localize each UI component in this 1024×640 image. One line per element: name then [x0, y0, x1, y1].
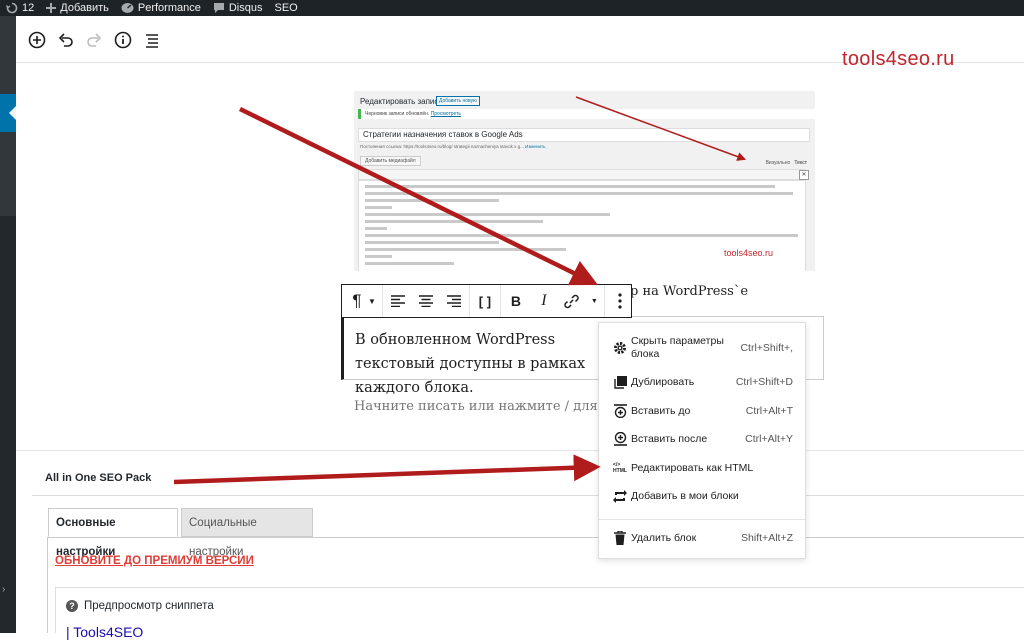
bold-icon[interactable]: B — [507, 292, 525, 310]
shot-add-media-button: Добавить медиафайл — [360, 156, 421, 166]
add-new-item[interactable]: Добавить — [46, 2, 109, 14]
more-formats-chevron-icon[interactable]: ▼ — [591, 298, 598, 305]
html-icon: </> HTML — [613, 462, 627, 474]
menu-item-label: Вставить до — [631, 405, 691, 417]
redo-icon[interactable] — [85, 31, 103, 49]
shot-notice-text: Черновик записи обновлён. — [365, 111, 430, 117]
menu-item-shortcut: Shift+Alt+Z — [741, 532, 793, 544]
updates-icon — [6, 2, 18, 14]
performance-icon — [121, 3, 134, 13]
updates-count: 12 — [22, 2, 35, 14]
watermark-brand: tools4seo.ru — [842, 48, 955, 70]
shot-permalink: Постоянная ссылка: https://tools4seo.ru/… — [360, 144, 545, 149]
menu-item-shortcut: Ctrl+Alt+Y — [745, 433, 793, 445]
block-switcher-group: ¶ ▼ — [342, 285, 383, 317]
arrow-to-edit-html — [173, 454, 601, 485]
shot-editor-tabs: Визуально Текст — [766, 160, 807, 166]
menu-item-shortcut: Ctrl+Shift+, — [740, 342, 793, 354]
snippet-preview-title: Предпросмотр сниппета — [84, 600, 214, 612]
reusable-block-icon — [613, 489, 627, 503]
tab-main-settings[interactable]: Основные настройки — [48, 508, 178, 558]
block-toolbar: ¶ ▼ [ ] B I ▼ — [341, 284, 632, 318]
shot-tab-text: Текст — [794, 160, 807, 166]
plus-icon — [46, 3, 57, 13]
seo-item[interactable]: SEO — [274, 2, 297, 14]
tab-social-settings[interactable]: Социальные настройки — [181, 508, 313, 558]
menu-item-hide-settings[interactable]: Скрыть параметры блока Ctrl+Shift+, — [599, 335, 805, 363]
admin-sidebar: › — [0, 16, 16, 633]
image-block[interactable]: Редактировать запись Добавить новую Черн… — [354, 91, 815, 271]
shot-post-title: Стратегии назначения ставок в Google Ads — [358, 128, 810, 142]
shot-watermark: tools4seo.ru — [724, 248, 774, 258]
editor-metabox-divider — [16, 450, 1024, 451]
menu-item-insert-before[interactable]: Вставить до Ctrl+Alt+T — [599, 404, 805, 420]
help-icon[interactable]: ? — [66, 600, 78, 612]
menu-item-label: Скрыть параметры блока — [631, 335, 724, 360]
block-options-menu: Скрыть параметры блока Ctrl+Shift+, Дубл… — [598, 322, 806, 559]
shot-tab-visual: Визуально — [765, 160, 791, 166]
shot-page-title: Редактировать запись — [360, 97, 443, 106]
menu-item-insert-after[interactable]: Вставить после Ctrl+Alt+Y — [599, 432, 805, 448]
menu-item-label: Вставить после — [631, 433, 708, 445]
align-left-icon[interactable] — [389, 292, 407, 310]
shot-quicktags — [358, 169, 806, 180]
shot-notice-link: Просмотреть — [430, 111, 462, 117]
add-new-label: Добавить — [60, 2, 109, 14]
menu-item-label: Дублировать — [631, 376, 695, 388]
gear-icon — [613, 341, 627, 355]
paragraph-icon[interactable]: ¶ — [348, 291, 366, 310]
paragraph-text[interactable]: В обновленном WordPress текстовый доступ… — [355, 328, 605, 400]
heading-fragment: р на WordPress`е — [630, 284, 749, 299]
menu-item-shortcut: Ctrl+Alt+T — [745, 405, 793, 417]
menu-item-duplicate[interactable]: Дублировать Ctrl+Shift+D — [599, 375, 805, 391]
menu-item-label: Добавить в мои блоки — [631, 490, 739, 502]
undo-icon[interactable] — [57, 31, 75, 49]
menu-item-add-reusable[interactable]: Добавить в мои блоки — [599, 489, 805, 505]
menu-item-label: Удалить блок — [631, 532, 697, 544]
italic-icon[interactable]: I — [535, 292, 553, 310]
bracket-icon[interactable]: [ ] — [476, 292, 494, 310]
align-right-icon[interactable] — [445, 292, 463, 310]
collapse-menu-icon[interactable]: › — [2, 584, 5, 595]
more-options-icon[interactable] — [611, 292, 629, 310]
menu-item-shortcut: Ctrl+Shift+D — [735, 376, 793, 388]
current-item-pointer — [9, 106, 16, 120]
upgrade-premium-link[interactable]: ОБНОВИТЕ ДО ПРЕМИУМ ВЕРСИИ — [55, 555, 254, 567]
disqus-label: Disqus — [228, 2, 263, 14]
shortcode-group: [ ] — [470, 285, 501, 317]
menu-item-remove-block[interactable]: Удалить блок Shift+Alt+Z — [599, 531, 805, 547]
disqus-item[interactable]: Disqus — [213, 2, 263, 14]
menu-separator — [599, 519, 805, 520]
info-icon[interactable] — [114, 31, 132, 49]
outline-icon[interactable] — [143, 31, 161, 49]
menu-item-edit-html[interactable]: </> HTML Редактировать как HTML — [599, 461, 805, 477]
menu-item-label: Редактировать как HTML — [631, 462, 754, 474]
shot-permalink-text: Постоянная ссылка: https://tools4seo.ru/… — [360, 144, 524, 149]
insert-after-icon — [613, 432, 627, 446]
seo-label: SEO — [274, 2, 298, 14]
comment-icon — [213, 3, 224, 13]
aioseo-title[interactable]: All in One SEO Pack — [45, 472, 151, 484]
performance-label: Performance — [137, 2, 201, 14]
shot-add-new-button: Добавить новую — [436, 96, 480, 106]
shot-close-icon: ✕ — [799, 170, 809, 180]
admin-bar: 12 Добавить Performance Disqus SEO — [0, 0, 1024, 16]
align-center-icon[interactable] — [417, 292, 435, 310]
shot-edit-link: Изменить — [525, 144, 546, 149]
add-block-icon[interactable] — [28, 31, 46, 49]
chevron-down-icon[interactable]: ▼ — [368, 297, 376, 306]
alignment-group — [383, 285, 470, 317]
link-icon[interactable] — [563, 292, 581, 310]
performance-item[interactable]: Performance — [121, 2, 201, 14]
format-group: B I ▼ — [501, 285, 605, 317]
updates-item[interactable]: 12 — [6, 2, 34, 14]
shot-notice: Черновик записи обновлён. Просмотреть — [358, 109, 815, 119]
snippet-preview-link: | Tools4SEO — [66, 624, 144, 640]
insert-before-icon — [613, 404, 627, 418]
aioseo-header-rule — [32, 495, 1024, 496]
default-block-appender[interactable]: Начните писать или нажмите / для вы — [354, 399, 619, 414]
more-options-group — [605, 285, 635, 317]
trash-icon — [613, 531, 627, 545]
duplicate-icon — [613, 375, 627, 389]
